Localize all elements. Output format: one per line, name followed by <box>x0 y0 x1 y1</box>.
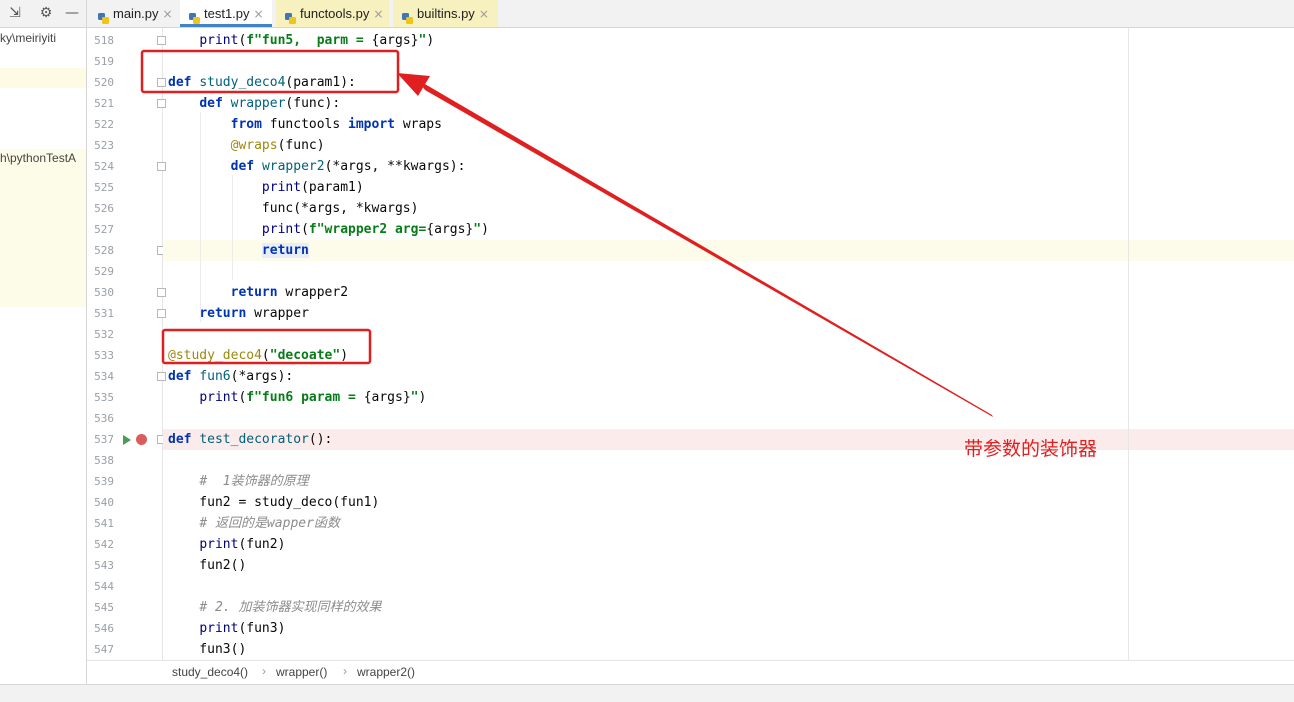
tab-test1-py[interactable]: test1.py × <box>180 0 272 27</box>
tree-item-path[interactable]: ky\meiriyiti <box>0 31 56 45</box>
line-number[interactable]: 526 <box>87 198 114 219</box>
line-number[interactable]: 534 <box>87 366 114 387</box>
code-line[interactable]: return wrapper <box>168 303 309 324</box>
code-line[interactable]: # 返回的是wapper函数 <box>168 513 340 534</box>
code-line[interactable]: @wraps(func) <box>168 135 325 156</box>
line-number[interactable]: 520 <box>87 72 114 93</box>
close-icon[interactable]: × <box>254 7 264 21</box>
line-number[interactable]: 522 <box>87 114 114 135</box>
tab-label: builtins.py <box>417 6 475 21</box>
breadcrumb-item[interactable]: wrapper() <box>276 665 327 679</box>
line-number[interactable]: 532 <box>87 324 114 345</box>
line-number[interactable]: 538 <box>87 450 114 471</box>
code-line[interactable]: @study_deco4("decoate") <box>168 345 348 366</box>
code-line[interactable]: return wrapper2 <box>168 282 348 303</box>
caret-line-highlight <box>163 240 1294 261</box>
tab-label: functools.py <box>300 6 370 21</box>
line-number[interactable]: 539 <box>87 471 114 492</box>
close-icon[interactable]: × <box>479 7 489 21</box>
run-icon[interactable] <box>122 434 132 446</box>
line-number[interactable]: 527 <box>87 219 114 240</box>
close-icon[interactable]: × <box>373 7 383 21</box>
project-toolbar: ⇲ ⚙ — <box>0 0 86 28</box>
code-line[interactable]: fun2 = study_deco(fun1) <box>168 492 379 513</box>
line-number[interactable]: 528 <box>87 240 114 261</box>
code-line[interactable]: print(f"wrapper2 arg={args}") <box>168 219 489 240</box>
line-number[interactable]: 543 <box>87 555 114 576</box>
code-line[interactable]: from functools import wraps <box>168 114 442 135</box>
line-number[interactable]: 529 <box>87 261 114 282</box>
line-number[interactable]: 540 <box>87 492 114 513</box>
code-line[interactable]: print(f"fun5, parm = {args}") <box>168 30 434 51</box>
code-line[interactable]: def wrapper(func): <box>168 93 340 114</box>
code-line[interactable]: print(fun2) <box>168 534 285 555</box>
code-line[interactable]: fun2() <box>168 555 246 576</box>
code-line[interactable]: def test_decorator(): <box>168 429 332 450</box>
line-number[interactable]: 530 <box>87 282 114 303</box>
line-number[interactable]: 537 <box>87 429 114 450</box>
tree-region-highlight <box>0 149 86 307</box>
breakpoint-line-highlight <box>163 429 1294 450</box>
line-number[interactable]: 518 <box>87 30 114 51</box>
breadcrumb-item[interactable]: study_deco4() <box>172 665 248 679</box>
code-line[interactable]: def fun6(*args): <box>168 366 293 387</box>
line-number[interactable]: 533 <box>87 345 114 366</box>
python-file-icon <box>188 7 201 24</box>
breadcrumb: study_deco4() › wrapper() › wrapper2() <box>87 660 1294 685</box>
line-number[interactable]: 523 <box>87 135 114 156</box>
code-editor[interactable]: print(f"fun5, parm = {args}") def study_d… <box>163 28 1294 660</box>
editor-gutter[interactable]: 518 519 520 521 522 523 524 525 526 527 528 529 530 5… <box>87 28 166 660</box>
line-number[interactable]: 546 <box>87 618 114 639</box>
line-number[interactable]: 531 <box>87 303 114 324</box>
line-number[interactable]: 524 <box>87 156 114 177</box>
code-line[interactable]: func(*args, *kwargs) <box>168 198 419 219</box>
code-line[interactable]: def wrapper2(*args, **kwargs): <box>168 156 466 177</box>
code-line[interactable]: # 2. 加装饰器实现同样的效果 <box>168 597 381 618</box>
minimize-icon[interactable]: — <box>63 4 81 22</box>
line-number[interactable]: 544 <box>87 576 114 597</box>
tab-functools-py[interactable]: functools.py × <box>276 0 389 27</box>
code-line[interactable]: print(f"fun6 param = {args}") <box>168 387 426 408</box>
code-line[interactable]: fun3() <box>168 639 246 660</box>
project-panel: ⇲ ⚙ — ky\meiriyiti h\pythonTestA <box>0 0 87 684</box>
line-number[interactable]: 545 <box>87 597 114 618</box>
line-number[interactable]: 541 <box>87 513 114 534</box>
code-line[interactable]: print(param1) <box>168 177 364 198</box>
annotation-label: 带参数的装饰器 <box>964 438 1098 460</box>
tab-builtins-py[interactable]: builtins.py × <box>393 0 498 27</box>
code-line[interactable]: # 1装饰器的原理 <box>168 471 308 492</box>
python-file-icon <box>284 7 297 24</box>
line-number[interactable]: 521 <box>87 93 114 114</box>
editor-tab-bar: main.py × test1.py × functools.py × builtin… <box>87 0 1294 28</box>
code-line[interactable]: return <box>168 240 309 261</box>
line-number[interactable]: 525 <box>87 177 114 198</box>
breakpoint-icon[interactable] <box>136 434 147 445</box>
breadcrumb-separator: › <box>262 664 266 678</box>
tree-row-highlight <box>0 68 86 88</box>
line-number[interactable]: 535 <box>87 387 114 408</box>
close-icon[interactable]: × <box>163 7 173 21</box>
gear-icon[interactable]: ⚙ <box>37 4 55 22</box>
tab-main-py[interactable]: main.py × <box>89 0 179 27</box>
code-line[interactable]: print(fun3) <box>168 618 285 639</box>
python-file-icon <box>97 7 110 24</box>
line-number[interactable]: 542 <box>87 534 114 555</box>
line-number[interactable]: 519 <box>87 51 114 72</box>
collapse-all-icon[interactable]: ⇲ <box>6 4 24 22</box>
tab-label: test1.py <box>204 6 250 21</box>
breadcrumb-item[interactable]: wrapper2() <box>357 665 415 679</box>
line-number[interactable]: 536 <box>87 408 114 429</box>
tree-item-path[interactable]: h\pythonTestA <box>0 151 76 165</box>
right-margin-guide <box>1128 28 1129 660</box>
python-file-icon <box>401 7 414 24</box>
line-number[interactable]: 547 <box>87 639 114 660</box>
status-bar <box>0 684 1294 702</box>
tab-label: main.py <box>113 6 159 21</box>
breadcrumb-separator: › <box>343 664 347 678</box>
code-line[interactable]: def study_deco4(param1): <box>168 72 356 93</box>
